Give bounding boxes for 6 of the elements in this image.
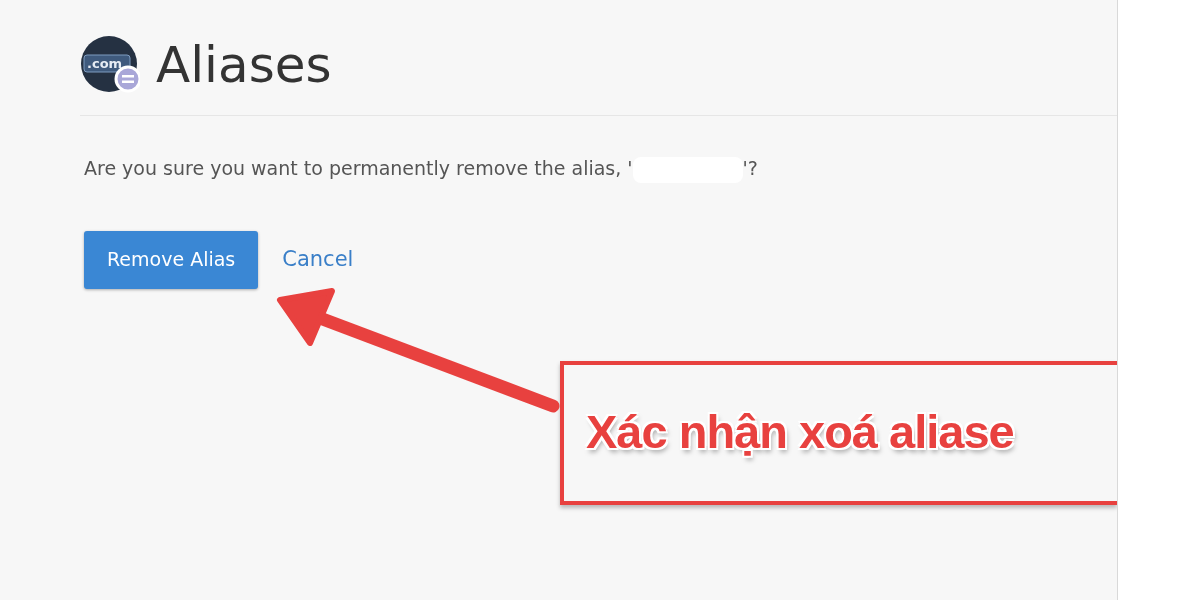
annotation-text: Xác nhận xoá aliase	[586, 404, 1014, 461]
page-title: Aliases	[156, 39, 332, 90]
confirm-message: Are you sure you want to permanently remove the alias, '	[84, 157, 633, 179]
confirm-message-end: '?	[742, 157, 758, 179]
remove-alias-button[interactable]: Remove Alias	[84, 230, 259, 289]
cancel-link[interactable]: Cancel	[282, 243, 354, 276]
